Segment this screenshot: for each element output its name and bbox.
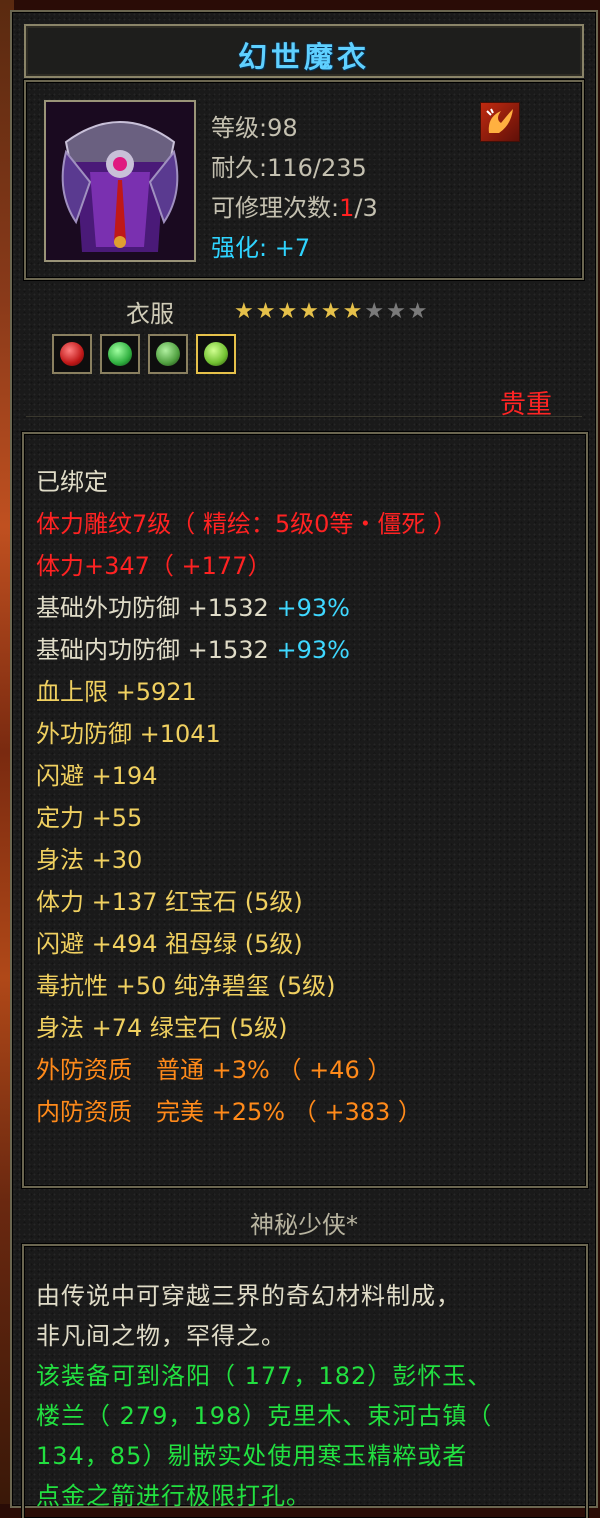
crafter-name: 神秘少侠* xyxy=(250,1211,358,1239)
gem-slot-1 xyxy=(52,334,92,374)
focus-attr: 定力 +55 xyxy=(36,804,143,832)
engrave-attr: 体力雕纹7级（ 精绘：5级0等・僵死 ） xyxy=(36,510,458,538)
repair-label: 可修理次数: xyxy=(211,194,340,222)
vitality-main-attr: 体力+347（ +177） xyxy=(36,552,272,580)
green-gem-icon xyxy=(204,342,228,366)
base-int-def-pct: +93% xyxy=(276,636,350,664)
base-ext-def-pct: +93% xyxy=(276,594,350,622)
item-durability: 耐久:116/235 xyxy=(211,154,367,182)
armor-icon xyxy=(46,102,194,260)
item-name: 幻世魔衣 xyxy=(237,40,370,74)
gem-attr-4: 身法 +74 绿宝石 (5级) xyxy=(36,1014,288,1042)
base-ext-def-label: 基础外功防御 +1532 xyxy=(36,594,269,622)
gem-attr-2: 闪避 +494 祖母绿 (5级) xyxy=(36,930,303,958)
jade-gem-icon xyxy=(156,342,180,366)
base-int-def-attr: 基础内功防御 +1532 +93% xyxy=(36,630,350,665)
item-type: 衣服 xyxy=(126,300,174,328)
emerald-gem-icon xyxy=(108,342,132,366)
divider xyxy=(26,416,582,417)
quality-ext-attr: 外防资质 普通 +3% （ +46 ） xyxy=(36,1056,392,1084)
hp-max-attr: 血上限 +5921 xyxy=(36,678,197,706)
item-strengthen: 强化: +7 xyxy=(211,228,310,263)
item-repair-count: 可修理次数:1/3 xyxy=(211,188,378,223)
gem-slot-2 xyxy=(100,334,140,374)
strengthen-label: 强化: xyxy=(211,234,268,262)
item-info-panel: 等级:98 耐久:116/235 可修理次数:1/3 强化: +7 xyxy=(24,80,584,280)
repair-total: /3 xyxy=(354,194,378,222)
item-tooltip: 幻世魔衣 等级:98 耐久:116/235 可修理次数:1/3 强化: +7 衣… xyxy=(10,10,598,1518)
hint-line-4: 点金之箭进行极限打孔。 xyxy=(36,1482,311,1510)
gem-slot-3 xyxy=(148,334,188,374)
flavor-line-2: 非凡间之物，罕得之。 xyxy=(36,1322,286,1350)
quality-int-attr: 内防资质 完美 +25% （ +383 ） xyxy=(36,1098,422,1126)
title-bar: 幻世魔衣 xyxy=(24,24,584,78)
base-int-def-label: 基础内功防御 +1532 xyxy=(36,636,269,664)
dodge-attr: 闪避 +194 xyxy=(36,762,158,790)
star-rating: ★★★★★★★★★ xyxy=(234,299,430,324)
item-portrait xyxy=(44,100,196,262)
hint-line-1: 该装备可到洛阳（ 177，182）彭怀玉、 xyxy=(36,1362,493,1390)
strengthen-value: +7 xyxy=(274,234,311,262)
gem-attr-3: 毒抗性 +50 纯净碧玺 (5级) xyxy=(36,972,336,1000)
attributes-panel: 已绑定 体力雕纹7级（ 精绘：5级0等・僵死 ） 体力+347（ +177） 基… xyxy=(22,432,588,1188)
phoenix-rank-icon xyxy=(480,102,520,142)
flavor-line-1: 由传说中可穿越三界的奇幻材料制成， xyxy=(36,1282,461,1310)
stars-filled: ★★★★★★ xyxy=(234,299,365,324)
bound-status: 已绑定 xyxy=(36,468,108,496)
base-ext-def-attr: 基础外功防御 +1532 +93% xyxy=(36,588,350,623)
ext-def-attr: 外功防御 +1041 xyxy=(36,720,221,748)
hint-line-3: 134，85）剔嵌实处使用寒玉精粹或者 xyxy=(36,1442,468,1470)
gem-slot-4 xyxy=(196,334,236,374)
description-panel: 由传说中可穿越三界的奇幻材料制成， 非凡间之物，罕得之。 该装备可到洛阳（ 17… xyxy=(22,1244,588,1518)
item-level: 等级:98 xyxy=(211,114,298,142)
agility-attr: 身法 +30 xyxy=(36,846,143,874)
gem-attr-1: 体力 +137 红宝石 (5级) xyxy=(36,888,303,916)
ruby-gem-icon xyxy=(60,342,84,366)
stars-empty: ★★★ xyxy=(364,299,430,324)
hint-line-2: 楼兰（ 279，198）克里木、束河古镇（ xyxy=(36,1402,493,1430)
repair-used: 1 xyxy=(339,194,355,222)
